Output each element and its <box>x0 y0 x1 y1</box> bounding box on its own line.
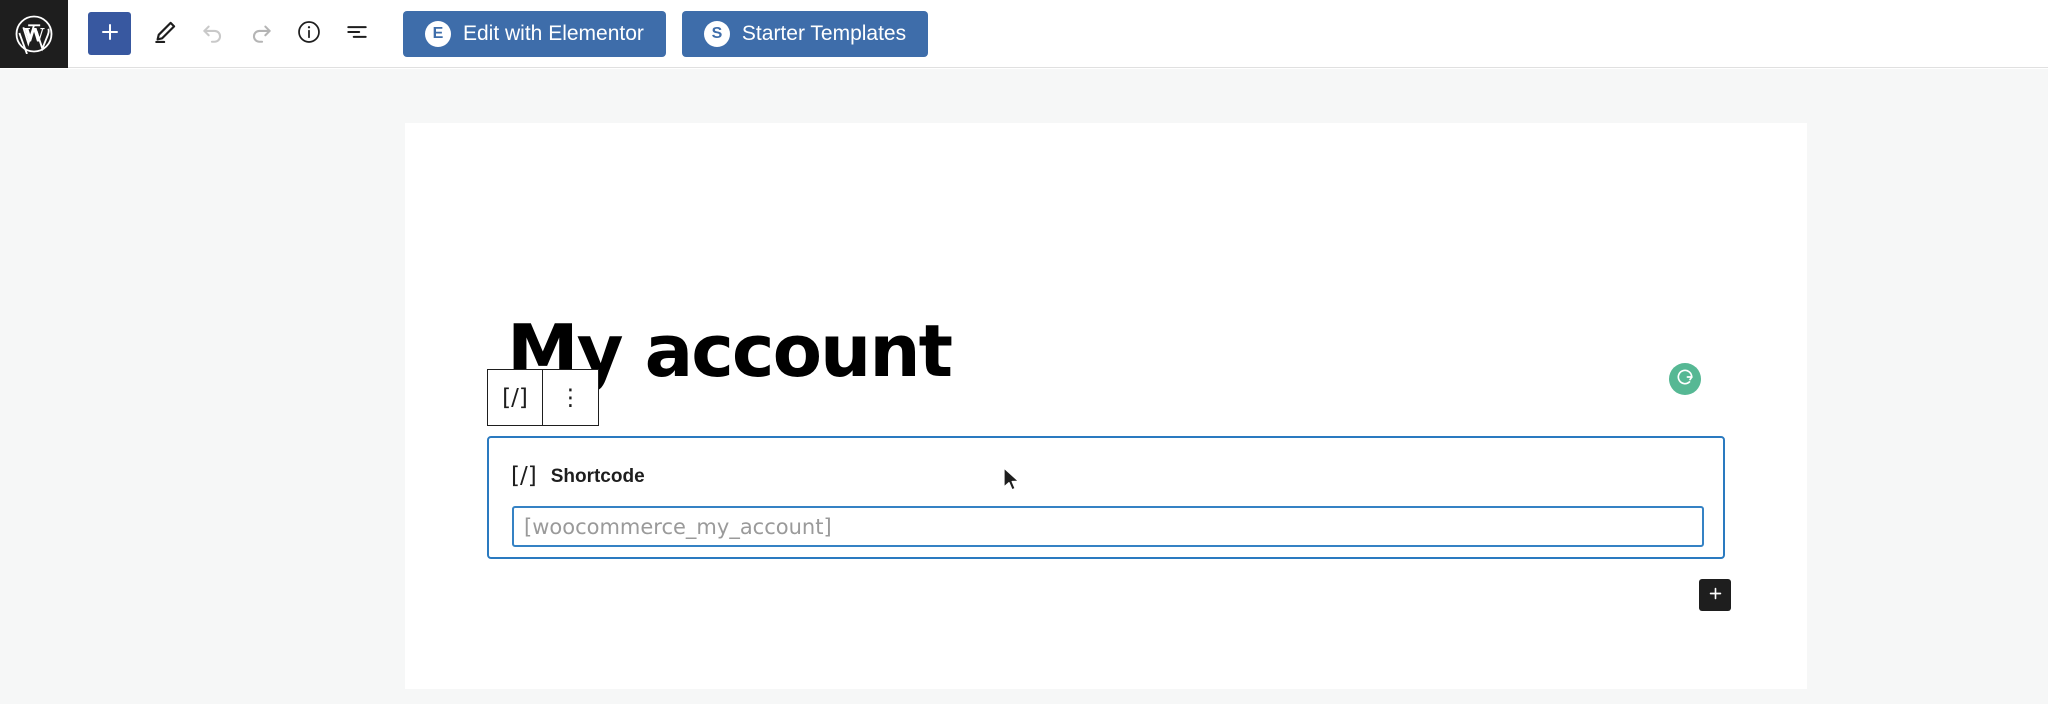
grammarly-badge[interactable] <box>1669 363 1701 395</box>
editor-canvas-area: My account [/] ⋮ [/] Shortcode <box>0 69 2048 704</box>
pencil-icon <box>152 19 178 48</box>
undo-arrow-icon <box>200 19 226 48</box>
editor-tools-group <box>68 0 381 68</box>
shortcode-block[interactable]: [/] Shortcode <box>487 436 1725 559</box>
grammarly-logo-icon <box>1675 367 1695 392</box>
undo-button[interactable] <box>189 10 237 58</box>
wordpress-logo-button[interactable]: W <box>0 0 68 68</box>
shortcode-icon: [/] <box>511 462 537 489</box>
wordpress-logo-icon: W <box>14 14 54 54</box>
block-options-vertical-dots-icon[interactable]: ⋮ <box>543 370 598 425</box>
starter-templates-icon: S <box>703 20 730 47</box>
tools-button[interactable] <box>141 10 189 58</box>
edit-with-elementor-label: Edit with Elementor <box>463 21 644 45</box>
shortcode-block-label: Shortcode <box>550 465 645 487</box>
details-button[interactable] <box>285 10 333 58</box>
block-toolbar: [/] ⋮ <box>487 369 599 426</box>
redo-arrow-icon <box>248 19 274 48</box>
redo-button[interactable] <box>237 10 285 58</box>
add-block-button[interactable] <box>88 12 131 55</box>
plus-icon <box>98 20 122 47</box>
edit-with-elementor-button[interactable]: E Edit with Elementor <box>403 10 666 57</box>
svg-text:W: W <box>23 25 45 46</box>
list-view-icon <box>344 19 370 48</box>
starter-templates-label: Starter Templates <box>741 21 907 45</box>
shortcode-block-header: [/] Shortcode <box>489 438 1723 492</box>
list-view-button[interactable] <box>333 10 381 58</box>
info-circle-icon <box>296 19 322 48</box>
post-content-canvas[interactable] <box>405 123 1807 689</box>
starter-templates-button[interactable]: S Starter Templates <box>681 10 929 57</box>
block-appender-button[interactable] <box>1699 579 1731 611</box>
plus-icon <box>1707 585 1724 605</box>
shortcode-input[interactable] <box>512 506 1704 547</box>
elementor-icon: E <box>425 20 451 47</box>
editor-top-bar: W E Edit with Elementor S Starter Templa… <box>0 0 2048 68</box>
block-type-shortcode-icon[interactable]: [/] <box>488 370 543 425</box>
